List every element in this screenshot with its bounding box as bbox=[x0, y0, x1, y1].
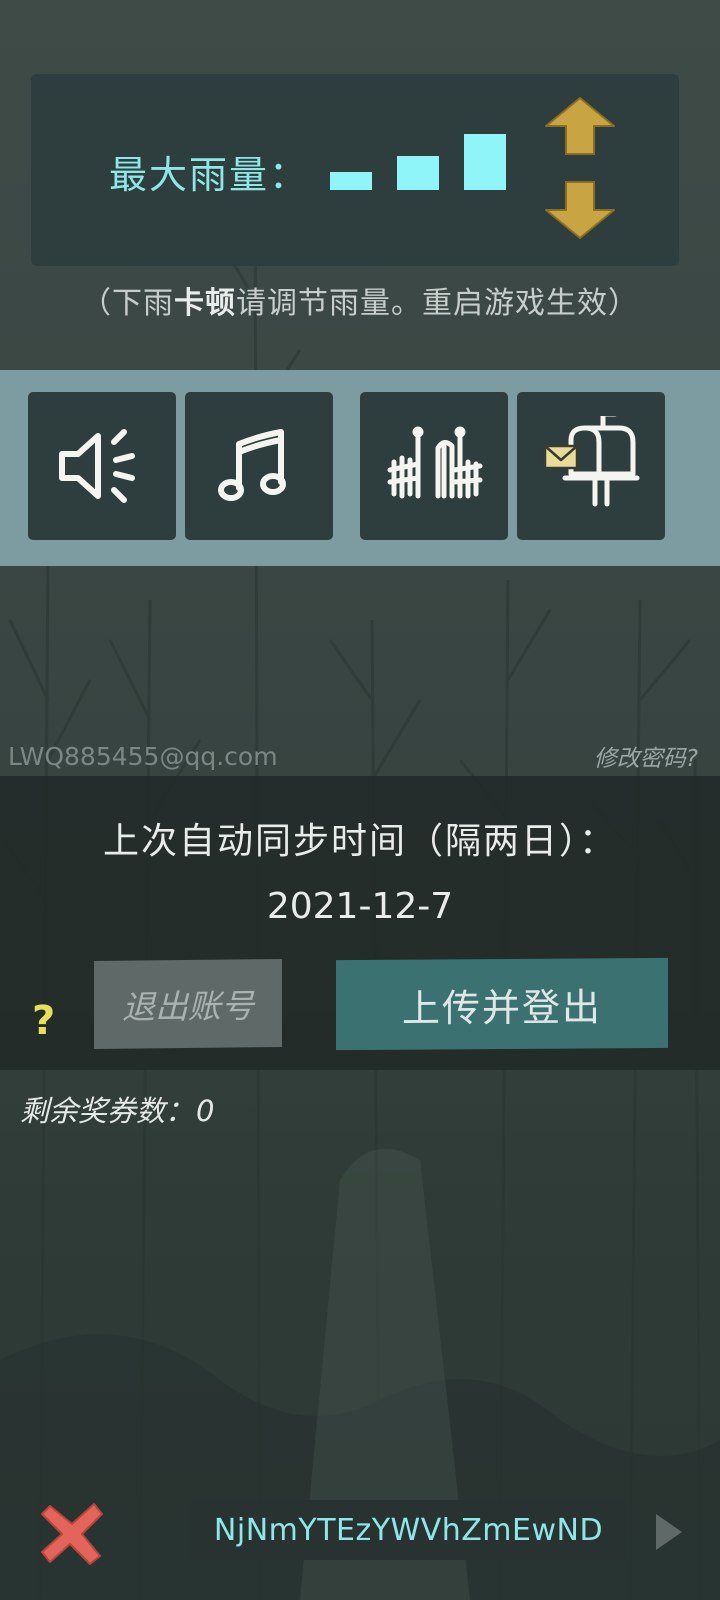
rain-up-arrow-icon[interactable] bbox=[544, 96, 616, 158]
sync-panel: 上次自动同步时间（隔两日）： 2021-12-7 ? 退出账号 上传并登出 bbox=[0, 776, 720, 1070]
music-note-icon bbox=[218, 429, 286, 501]
rain-note-bold: 卡顿 bbox=[174, 286, 236, 321]
rain-down-arrow-icon[interactable] bbox=[544, 178, 616, 240]
logout-button[interactable]: 退出账号 bbox=[94, 959, 282, 1049]
next-arrow-icon[interactable] bbox=[652, 1510, 686, 1554]
help-question-icon[interactable]: ? bbox=[32, 998, 55, 1044]
remaining-tickets: 剩余奖券数：0 bbox=[18, 1088, 214, 1130]
fence-button[interactable] bbox=[360, 392, 508, 540]
speaker-icon bbox=[59, 429, 135, 503]
mailbox-icon bbox=[543, 416, 640, 507]
rain-level-bar-1[interactable] bbox=[330, 172, 372, 190]
music-button[interactable] bbox=[185, 392, 333, 540]
rain-level-bar-2[interactable] bbox=[397, 156, 439, 190]
remaining-tickets-count: 0 bbox=[196, 1094, 215, 1128]
change-password-link[interactable]: 修改密码? bbox=[594, 739, 698, 773]
last-sync-date: 2021-12-7 bbox=[266, 886, 454, 927]
rain-note: （下雨卡顿请调节雨量。重启游戏生效） bbox=[81, 286, 639, 321]
mailbox-button[interactable] bbox=[517, 392, 665, 540]
last-sync-title: 上次自动同步时间（隔两日）： bbox=[102, 821, 617, 862]
rain-level-bar-3[interactable] bbox=[464, 134, 506, 190]
settings-toolbar bbox=[0, 370, 720, 566]
account-email: LWQ885455@qq.com bbox=[8, 742, 278, 771]
max-rain-label: 最大雨量： bbox=[109, 153, 310, 197]
remaining-tickets-label: 剩余奖券数： bbox=[20, 1094, 195, 1128]
fence-gate-icon bbox=[387, 426, 483, 499]
rain-settings-panel: 最大雨量： bbox=[31, 74, 679, 266]
sound-effects-button[interactable] bbox=[28, 392, 176, 540]
upload-and-logout-button[interactable]: 上传并登出 bbox=[336, 957, 668, 1051]
close-icon[interactable] bbox=[36, 1496, 108, 1568]
account-code: NjNmYTEzYWVhZmEwND bbox=[191, 1500, 626, 1560]
